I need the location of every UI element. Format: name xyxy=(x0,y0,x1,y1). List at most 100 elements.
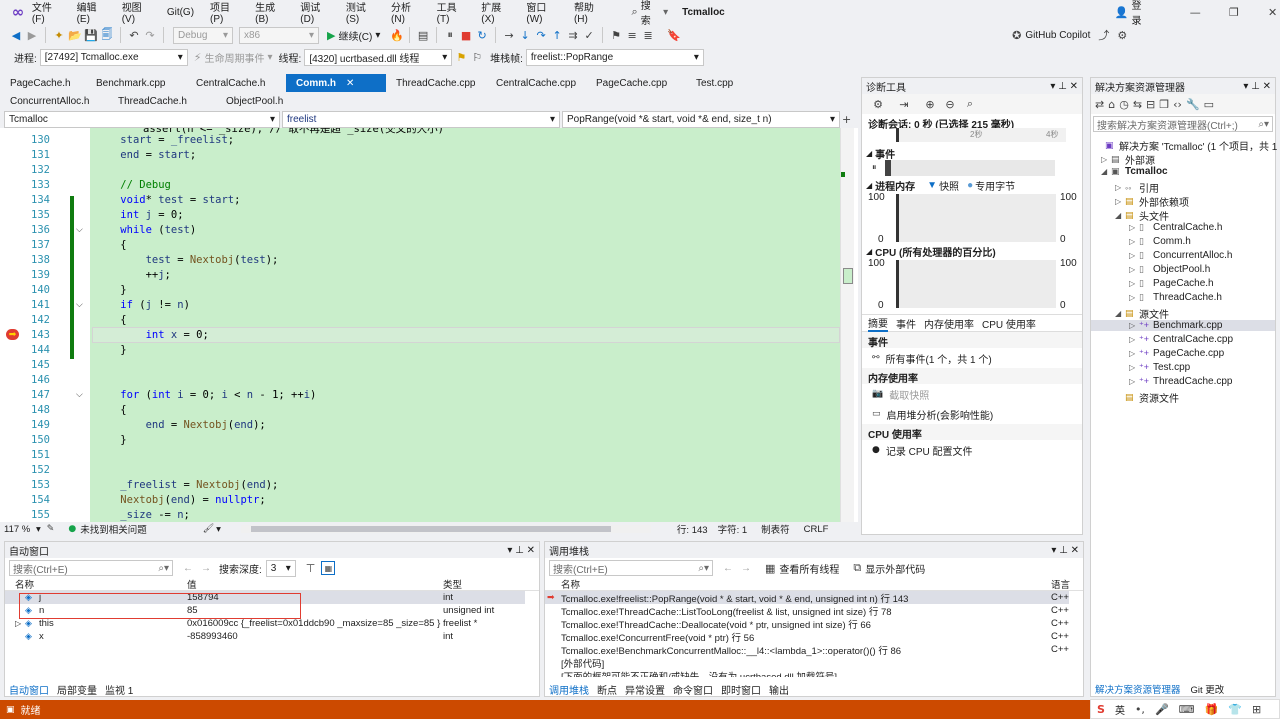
break-all-icon[interactable]: ⏸ xyxy=(442,28,458,42)
callstack-bottom-tab[interactable]: 调用堆栈 xyxy=(549,682,589,697)
expand-icon[interactable]: ▷ xyxy=(1129,349,1139,358)
tree-item[interactable]: ▷ ▯ Comm.h xyxy=(1129,236,1191,247)
autos-bottom-tab[interactable]: 监视 1 xyxy=(105,682,133,697)
solution-panel-controls[interactable]: ▾ ⊥ ✕ xyxy=(1243,81,1271,92)
callstack-search-forward[interactable]: → xyxy=(741,563,751,574)
document-tab[interactable]: ThreadCache.h xyxy=(108,92,216,110)
hot-reload-icon[interactable]: 🔥 xyxy=(390,29,404,42)
callstack-row[interactable]: Tcmalloc.exe!BenchmarkConcurrentMalloc::… xyxy=(545,643,1069,657)
scope-nav-select[interactable]: freelist ▾ xyxy=(282,111,560,128)
pause-events-icon[interactable]: ⏸ xyxy=(872,163,877,173)
search-label[interactable]: 搜索 xyxy=(641,0,659,27)
collapse-if-icon[interactable]: ⌵ xyxy=(76,300,83,310)
history-icon[interactable]: ◷ xyxy=(1119,98,1129,111)
menu-item[interactable]: 扩展(X) xyxy=(481,0,510,25)
callstack-bottom-tab[interactable]: 命令窗口 xyxy=(673,682,713,697)
config-select[interactable]: Debug ▾ xyxy=(173,26,233,44)
new-project-icon[interactable]: ✦ xyxy=(51,29,67,42)
tree-item[interactable]: ▷ ▤ 外部依赖项 xyxy=(1115,194,1189,209)
save-icon[interactable]: 💾 xyxy=(83,29,99,42)
autos-search-back[interactable]: ← xyxy=(183,563,193,574)
menu-item[interactable]: 工具(T) xyxy=(437,0,466,25)
expand-icon[interactable]: ▷ xyxy=(1129,279,1139,288)
tree-item[interactable]: ▷ ▯ ObjectPool.h xyxy=(1129,264,1210,275)
search-depth-select[interactable]: 3 ▾ xyxy=(265,559,296,577)
expand-icon[interactable]: ▷ xyxy=(1115,183,1125,192)
hex-display-icon[interactable]: ▦ xyxy=(321,561,336,575)
brush-icon[interactable]: 🖌 xyxy=(203,524,214,534)
document-tab[interactable]: ObjectPool.h xyxy=(216,92,324,110)
tree-item[interactable]: ▷ ▯ ConcurrentAlloc.h xyxy=(1129,250,1232,261)
login-link[interactable]: 登录 xyxy=(1131,0,1149,27)
open-icon[interactable]: 📂 xyxy=(67,29,83,42)
code-editor[interactable]: ➡ ⌵ ⌵ ⌵ assert(n <= _size); // 取不再是超 _si… xyxy=(0,128,858,522)
tree-item[interactable]: ▷ ⁺+ Test.cpp xyxy=(1129,362,1190,373)
expand-icon[interactable]: ▷ xyxy=(1129,335,1139,344)
comment-icon[interactable]: ≡ xyxy=(624,29,640,42)
editor-vscrollbar[interactable] xyxy=(840,128,854,522)
ime-language[interactable]: 英 xyxy=(1115,702,1125,717)
tree-item[interactable]: ◢ ▣ Tcmalloc xyxy=(1101,166,1168,177)
home-icon[interactable]: ⌂ xyxy=(1108,98,1115,111)
bookmark-icon[interactable]: ⚑ xyxy=(608,29,624,42)
skin-icon[interactable]: 👕 xyxy=(1228,703,1242,716)
callstack-bottom-tab[interactable]: 即时窗口 xyxy=(721,682,761,697)
back-icon[interactable]: ◀ xyxy=(8,29,24,42)
tree-item[interactable]: ▷ ⁺+ CentralCache.cpp xyxy=(1129,334,1233,345)
expand-icon[interactable]: ▷ xyxy=(1129,377,1139,386)
collapse-for-icon[interactable]: ⌵ xyxy=(76,390,83,400)
document-tab[interactable]: CentralCache.h xyxy=(186,74,286,92)
toolbar-bookmark-icon[interactable]: 🔖 xyxy=(666,29,682,42)
menu-item[interactable]: 帮助(H) xyxy=(574,0,604,25)
diag-tab[interactable]: CPU 使用率 xyxy=(982,316,1036,331)
col-frame-name[interactable]: 名称 xyxy=(561,577,580,591)
reset-zoom-icon[interactable]: ⌕ xyxy=(960,97,980,111)
issues-text[interactable]: 未找到相关问题 xyxy=(80,522,147,536)
search-icon[interactable]: ⌕ xyxy=(632,5,638,19)
callstack-row[interactable]: [下面的框架可能不正确和/或缺失，没有为 ucrtbased.dll 加载符号] xyxy=(545,669,1069,678)
expand-icon[interactable]: ▷ xyxy=(1129,363,1139,372)
menu-item[interactable]: 视图(V) xyxy=(122,0,151,25)
callstack-search-input[interactable]: 搜索(Ctrl+E) ⌕▾ xyxy=(549,560,713,576)
col-value[interactable]: 值 xyxy=(187,577,197,591)
mic-icon[interactable]: 🎤 xyxy=(1155,703,1169,716)
document-tab[interactable]: Benchmark.cpp xyxy=(86,74,186,92)
minimize-icon[interactable]: — xyxy=(1188,6,1203,19)
take-snapshot-button[interactable]: 截取快照 xyxy=(889,387,929,402)
editor-hscrollbar[interactable] xyxy=(240,525,651,533)
tree-item[interactable]: ▷ ⁺+ ThreadCache.cpp xyxy=(1129,376,1233,387)
expand-icon[interactable]: ▷ xyxy=(1129,223,1139,232)
menu-item[interactable]: 分析(N) xyxy=(391,0,421,25)
autos-search-input[interactable]: 搜索(Ctrl+E) ⌕▾ xyxy=(9,560,173,576)
callstack-row[interactable]: Tcmalloc.exe!ThreadCache::Deallocate(voi… xyxy=(545,617,1069,631)
collapse-all-icon[interactable]: ⊟ xyxy=(1146,98,1155,111)
switch-views-icon[interactable]: ⇄ xyxy=(1095,98,1104,111)
tree-item[interactable]: ▷ ▤ 外部源 xyxy=(1101,152,1155,167)
callstack-search-back[interactable]: ← xyxy=(723,563,733,574)
diag-timeline[interactable]: 2秒 4秒 xyxy=(896,128,1066,142)
expand-icon[interactable]: ▷ xyxy=(15,619,21,628)
copy-icon[interactable]: ❐ xyxy=(1159,98,1169,111)
expand-icon[interactable]: ▷ xyxy=(1129,251,1139,260)
stack-frame-select[interactable]: freelist::PopRange ▾ xyxy=(525,48,704,66)
menu-item[interactable]: 调试(D) xyxy=(300,0,330,25)
properties-icon[interactable]: 🔧 xyxy=(1186,98,1200,111)
hex-icon[interactable]: ⇉ xyxy=(565,29,581,42)
autos-bottom-tab[interactable]: 局部变量 xyxy=(57,682,97,697)
expand-icon[interactable]: ▷ xyxy=(1129,321,1139,330)
platform-select[interactable]: x86 ▾ xyxy=(239,26,319,44)
expand-icon[interactable]: ▷ xyxy=(1129,237,1139,246)
search-dropdown-icon[interactable]: ▾ xyxy=(663,7,668,18)
user-icon[interactable]: 👤 xyxy=(1115,6,1129,19)
split-icon[interactable]: + xyxy=(842,113,851,126)
gift-icon[interactable]: 🎁 xyxy=(1205,703,1219,716)
step-into-icon[interactable]: ↓ xyxy=(517,29,533,42)
col-language[interactable]: 语言 xyxy=(1051,577,1070,591)
thread-flag-icon[interactable]: ⚑ xyxy=(456,51,466,64)
copilot-icon[interactable]: ✪ xyxy=(1012,29,1021,42)
pin-source-icon[interactable]: ✓ xyxy=(581,29,597,42)
continue-button[interactable]: 继续(C) xyxy=(338,28,372,43)
callstack-panel-controls[interactable]: ▾ ⊥ ✕ xyxy=(1051,545,1079,556)
forward-icon[interactable]: ▶ xyxy=(24,29,40,42)
callstack-row[interactable]: Tcmalloc.exe!ConcurrentFree(void * ptr) … xyxy=(545,630,1069,644)
